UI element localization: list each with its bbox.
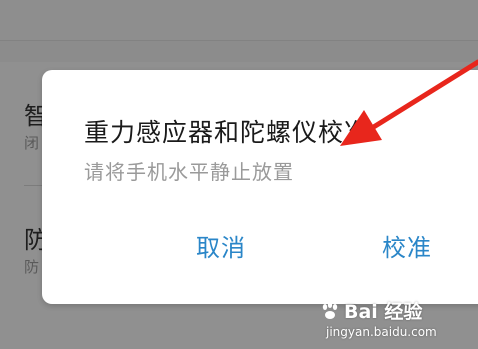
- dialog-message: 请将手机水平静止放置: [84, 160, 294, 184]
- calibration-dialog: 重力感应器和陀螺仪校准 请将手机水平静止放置 取消 校准: [42, 70, 478, 304]
- background-row-subtitle: 闭: [24, 134, 40, 152]
- watermark-url: jingyan.baidu.com: [326, 325, 437, 339]
- baidu-jingyan-watermark: Bai 经验 jingyan.baidu.com: [320, 295, 470, 345]
- cancel-button[interactable]: 取消: [196, 228, 246, 263]
- dialog-title: 重力感应器和陀螺仪校准: [84, 118, 371, 147]
- top-bar: [0, 0, 478, 41]
- background-row-subtitle: 防: [24, 258, 40, 276]
- watermark-brand: Bai 经验: [344, 301, 423, 323]
- calibrate-button[interactable]: 校准: [382, 228, 432, 263]
- screen: 智 闭 防 防 重力感应器和陀螺仪校准 请将手机水平静止放置 取消 校准 Bai…: [0, 0, 478, 349]
- paw-icon: [322, 301, 338, 319]
- watermark-brand-row: Bai 经验: [320, 297, 422, 324]
